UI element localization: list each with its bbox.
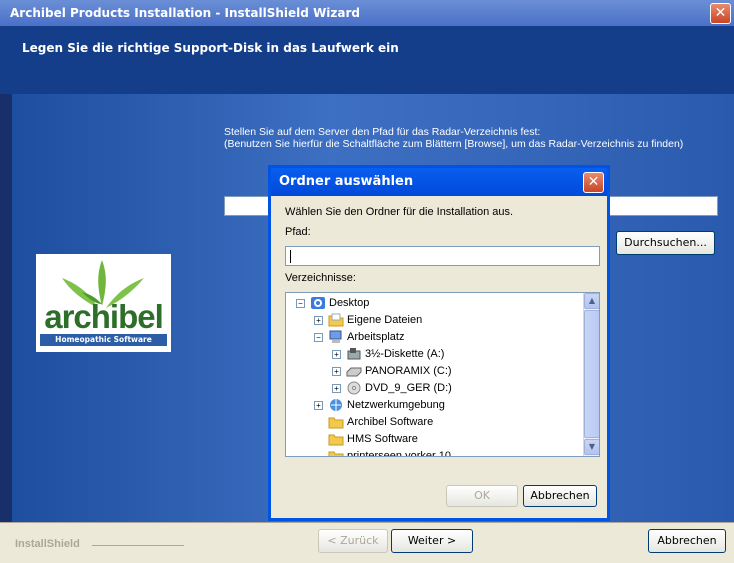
installshield-brand: InstallShield bbox=[15, 538, 80, 550]
tree-item-eigene-dateien[interactable]: + Eigene Dateien bbox=[310, 312, 572, 329]
network-icon bbox=[330, 399, 342, 411]
ok-button[interactable]: OK bbox=[446, 485, 518, 507]
folder-icon bbox=[328, 434, 344, 446]
back-button[interactable]: < Zurück bbox=[318, 529, 388, 553]
wizard-close-button[interactable]: ✕ bbox=[710, 3, 731, 24]
tree-scrollbar[interactable]: ▲ ▼ bbox=[583, 293, 599, 456]
tree-item-label: Netzwerkumgebung bbox=[347, 399, 445, 411]
drive-icon bbox=[346, 367, 362, 377]
expand-icon[interactable]: + bbox=[332, 367, 341, 376]
dialog-close-button[interactable]: ✕ bbox=[583, 172, 604, 193]
directory-tree[interactable]: − Desktop + Eigene Dateien − Arbeitsplat… bbox=[285, 292, 600, 457]
tree-item-desktop[interactable]: − Desktop bbox=[292, 295, 572, 312]
folder-select-dialog: Ordner auswählen ✕ Wählen Sie den Ordner… bbox=[268, 165, 610, 521]
dialog-cancel-button[interactable]: Abbrechen bbox=[523, 485, 597, 507]
tree-item-printerseen[interactable]: printerseen.yorker 10 bbox=[310, 448, 572, 457]
logo-text: archibel bbox=[44, 298, 164, 335]
path-label: Pfad: bbox=[285, 226, 311, 238]
next-button[interactable]: Weiter > bbox=[391, 529, 473, 553]
tree-item-label: Archibel Software bbox=[347, 416, 434, 428]
tree-item-floppy[interactable]: + 3½-Diskette (A:) bbox=[328, 346, 572, 363]
tree-item-arbeitsplatz[interactable]: − Arbeitsplatz bbox=[310, 329, 572, 346]
dialog-path-input[interactable] bbox=[285, 246, 600, 266]
browse-button[interactable]: Durchsuchen... bbox=[616, 231, 715, 255]
directories-label: Verzeichnisse: bbox=[285, 272, 356, 284]
floppy-icon bbox=[347, 348, 361, 360]
text-caret bbox=[290, 250, 291, 263]
dialog-titlebar: Ordner auswählen bbox=[271, 168, 607, 196]
tree-item-label: PANORAMIX (C:) bbox=[365, 365, 452, 377]
dialog-cancel-label: Abbrechen bbox=[530, 489, 590, 502]
tree-item-label: printerseen.yorker 10 bbox=[347, 450, 451, 457]
wizard-cancel-label: Abbrechen bbox=[657, 534, 717, 547]
back-label: < Zurück bbox=[327, 534, 379, 547]
wizard-header-title: Legen Sie die richtige Support-Disk in d… bbox=[22, 41, 399, 55]
tree-item-archibel-software[interactable]: Archibel Software bbox=[310, 414, 572, 431]
next-label: Weiter > bbox=[407, 534, 457, 547]
tree-item-panoramix[interactable]: + PANORAMIX (C:) bbox=[328, 363, 572, 380]
logo-subtitle: Homeopathic Software bbox=[40, 334, 167, 346]
tree-item-label: DVD_9_GER (D:) bbox=[365, 382, 452, 394]
folder-icon bbox=[328, 313, 344, 327]
dialog-prompt: Wählen Sie den Ordner für die Installati… bbox=[285, 206, 514, 218]
wizard-cancel-button[interactable]: Abbrechen bbox=[648, 529, 726, 553]
scroll-down-icon[interactable]: ▼ bbox=[584, 439, 599, 455]
dialog-title: Ordner auswählen bbox=[279, 174, 414, 189]
tree-item-dvd[interactable]: + DVD_9_GER (D:) bbox=[328, 380, 572, 397]
instruction-line-2: (Benutzen Sie hierfür die Schaltfläche z… bbox=[224, 138, 684, 150]
tree-item-label: Arbeitsplatz bbox=[347, 331, 405, 343]
folder-icon bbox=[328, 451, 344, 456]
archibel-logo: archibel Homeopathic Software bbox=[36, 254, 171, 352]
tree-item-label: 3½-Diskette (A:) bbox=[365, 348, 445, 360]
scroll-up-icon[interactable]: ▲ bbox=[584, 293, 599, 309]
tree-item-label: HMS Software bbox=[347, 433, 418, 445]
scroll-thumb[interactable] bbox=[584, 310, 599, 438]
side-strip bbox=[0, 94, 12, 522]
computer-icon bbox=[329, 330, 342, 343]
tree-item-label: Eigene Dateien bbox=[347, 314, 423, 326]
collapse-icon[interactable]: − bbox=[296, 299, 305, 308]
footer-divider bbox=[92, 545, 184, 546]
tree-item-netzwerk[interactable]: + Netzwerkumgebung bbox=[310, 397, 572, 414]
tree-item-hms-software[interactable]: HMS Software bbox=[310, 431, 572, 448]
tree-item-label: Desktop bbox=[329, 297, 370, 309]
expand-icon[interactable]: + bbox=[332, 384, 341, 393]
folder-icon bbox=[328, 417, 344, 429]
expand-icon[interactable]: + bbox=[332, 350, 341, 359]
instruction-line-1: Stellen Sie auf dem Server den Pfad für … bbox=[224, 126, 541, 138]
close-icon: ✕ bbox=[714, 5, 727, 21]
browse-label: Durchsuchen... bbox=[624, 236, 707, 249]
wizard-header: Legen Sie die richtige Support-Disk in d… bbox=[0, 26, 734, 94]
instruction-text: Stellen Sie auf dem Server den Pfad für … bbox=[224, 126, 683, 150]
collapse-icon[interactable]: − bbox=[314, 333, 323, 342]
expand-icon[interactable]: + bbox=[314, 316, 323, 325]
dvd-icon bbox=[347, 381, 361, 395]
close-icon: ✕ bbox=[587, 174, 600, 190]
ok-label: OK bbox=[474, 489, 490, 502]
wizard-titlebar: Archibel Products Installation - Install… bbox=[0, 0, 734, 26]
expand-icon[interactable]: + bbox=[314, 401, 323, 410]
wizard-title: Archibel Products Installation - Install… bbox=[10, 6, 361, 20]
desktop-icon bbox=[311, 297, 325, 309]
